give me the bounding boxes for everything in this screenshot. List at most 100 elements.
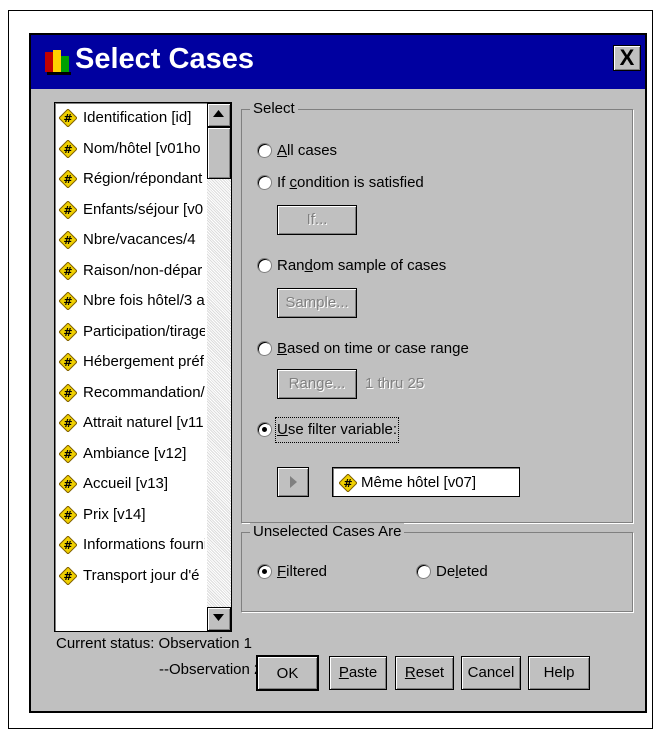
svg-text:#: # [63,478,72,491]
radio-if-condition-dot [257,175,272,190]
variable-label: Nbre/vacances/4 [83,231,196,248]
variable-list-item[interactable]: # Identification [id] [55,103,205,134]
label-post: iltered [286,563,328,580]
variable-list-item[interactable]: # Nom/hôtel [v01ho [55,134,205,165]
numeric-variable-icon: # [59,292,77,310]
paste-button[interactable]: Paste [329,656,387,690]
variable-list-item[interactable]: # Ambiance [v12] [55,439,205,470]
variable-label: Enfants/séjour [v0 [83,200,204,218]
variable-list-item[interactable]: # Informations fourni [55,530,205,561]
variable-label: Ambiance [v12] [83,444,187,462]
variable-list-item[interactable]: # Transport jour d'é [55,561,205,592]
radio-based-on-time-dot [257,341,272,356]
label-mnemonic: d [304,257,313,274]
radio-random-sample-dot [257,258,272,273]
label-mnemonic: c [289,174,298,191]
select-group-label: Select [250,100,298,117]
numeric-variable-icon: # [59,200,77,219]
reset-button-label: Reset [405,664,444,681]
move-variable-button[interactable] [277,467,309,497]
variable-label: Nom/hôtel [v01ho [83,139,201,157]
variable-list-item[interactable]: # Nbre/vacances/4 [55,225,205,256]
variable-label: Attrait naturel [v11 [83,414,204,431]
variable-label: Prix [v14] [83,505,146,523]
label-pre: If [277,174,290,191]
cancel-button[interactable]: Cancel [461,656,521,690]
help-button[interactable]: Help [528,656,590,690]
numeric-variable-icon: # [59,231,77,249]
radio-use-filter-variable-label: Use filter variable: [274,417,400,443]
svg-text:#: # [63,387,72,400]
radio-use-filter-variable-dot [257,422,272,437]
ok-button[interactable]: OK [256,655,319,691]
label-mnemonic: A [277,142,288,159]
filter-variable-field[interactable]: # Même hôtel [v07] [332,467,520,497]
numeric-variable-icon: # [59,536,77,554]
variable-list-item[interactable]: # Raison/non-dépar [55,256,205,287]
variable-label: Identification [id] [83,109,192,126]
variable-list-item[interactable]: # Prix [v14] [55,500,205,531]
ok-button-label: OK [276,665,299,682]
radio-based-on-time-label: Based on time or case range [277,338,469,360]
paste-button-label: Paste [339,664,377,681]
radio-random-sample-label: Random sample of cases [277,255,446,277]
current-status-line1: Current status: Observation 1 [56,635,252,652]
label-post: ll cases [287,142,338,159]
arrow-down-icon [213,614,224,621]
sample-button[interactable]: Sample... [277,288,357,318]
variable-list-scrollbar[interactable] [207,103,231,631]
numeric-variable-icon: # [59,139,77,158]
svg-text:#: # [63,173,72,186]
variable-list[interactable]: # Identification [id] # Nom/hôtel [v01ho # Ré… [54,102,232,632]
variable-label: Région/répondant [83,170,203,187]
numeric-variable-icon: # [59,566,77,585]
cancel-button-label: Cancel [467,664,515,681]
screenshot-frame: Select Cases X # Identification [id] # Nom/… [8,10,653,729]
variable-label: Nbre fois hôtel/3 a [83,292,205,309]
numeric-variable-icon: # [59,261,77,280]
label-post: se filter variable: [287,421,398,438]
variable-label: Informations fourni [83,536,205,553]
radio-if-condition-label: If condition is satisfied [277,172,424,194]
variable-list-item[interactable]: # Attrait naturel [v11 [55,408,205,439]
numeric-variable-icon: # [59,414,77,432]
close-button[interactable]: X [613,45,641,71]
radio-filtered-label: Filtered [277,561,327,583]
variable-list-item[interactable]: # Participation/tirage [55,317,205,348]
variable-list-item[interactable]: # Enfants/séjour [v0 [55,195,205,226]
close-icon: X [619,45,635,70]
arrow-right-icon [290,476,297,488]
svg-text:#: # [63,448,72,461]
numeric-variable-icon: # [59,475,77,493]
variable-label: Transport jour d'é [83,566,200,584]
scroll-up-button[interactable] [207,103,231,127]
variable-list-item[interactable]: # Recommandation/ [55,378,205,409]
variable-label: Raison/non-dépar [83,261,203,279]
if-button[interactable]: If... [277,205,357,235]
current-status-line2: --Observation 25 [159,661,271,678]
numeric-variable-icon: # [59,322,77,341]
numeric-variable-icon: # [59,383,77,402]
numeric-variable-icon: # [59,444,77,463]
title-bar[interactable]: Select Cases X [31,35,645,89]
variable-list-item[interactable]: # Nbre fois hôtel/3 a [55,286,205,317]
variable-list-item[interactable]: # Hébergement préf [55,347,205,378]
variable-label: Hébergement préf [83,353,204,370]
svg-text:#: # [343,477,352,490]
label-post: eset [415,664,445,681]
range-button[interactable]: Range... [277,369,357,399]
variable-list-items: # Identification [id] # Nom/hôtel [v01ho # Ré… [55,103,205,591]
filter-variable-value: Même hôtel [v07] [361,474,477,491]
label-post: om sample of cases [312,257,447,274]
radio-deleted-dot [416,564,431,579]
numeric-variable-icon: # [59,109,77,127]
label-mnemonic: F [277,563,287,580]
scroll-thumb[interactable] [207,127,231,179]
scroll-down-button[interactable] [207,607,231,631]
svg-text:#: # [63,143,72,156]
unselected-group-label: Unselected Cases Are [250,523,405,540]
variable-list-item[interactable]: # Accueil [v13] [55,469,205,500]
reset-button[interactable]: Reset [395,656,454,690]
variable-list-item[interactable]: # Région/répondant [55,164,205,195]
variable-label: Participation/tirage [83,322,205,340]
